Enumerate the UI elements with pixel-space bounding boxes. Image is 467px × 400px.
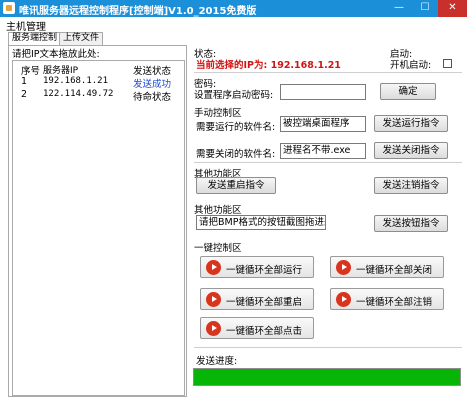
progress-fill xyxy=(194,369,460,385)
row-index: 1 xyxy=(21,76,28,87)
send-button-command[interactable]: 发送按钮指令 xyxy=(374,215,448,232)
close-button[interactable]: ✕ xyxy=(438,0,467,17)
onekey-restart-all-label: 一键循环全部重启 xyxy=(226,297,303,308)
divider xyxy=(194,162,462,163)
onekey-logout-all-button[interactable]: 一键循环全部注销 xyxy=(330,288,444,310)
row-ip: 192.168.1.21 xyxy=(43,76,109,86)
row-status: 待命状态 xyxy=(133,92,172,103)
menu-host-management[interactable]: 主机管理 xyxy=(6,18,46,33)
ip-drop-hint: 请把IP文本拖放此处: xyxy=(12,49,100,60)
bmp-drop-field[interactable]: 请把BMP格式的按钮截图拖进来 xyxy=(196,215,326,230)
password-input[interactable] xyxy=(280,84,366,100)
onekey-click-all-button[interactable]: 一键循环全部点击 xyxy=(200,317,314,339)
divider xyxy=(194,347,462,348)
confirm-button[interactable]: 确定 xyxy=(380,83,436,100)
minimize-button[interactable]: — xyxy=(386,0,412,17)
progress-label: 发送进度: xyxy=(196,356,238,367)
onekey-section-label: 一键控制区 xyxy=(194,243,242,254)
tab-upload-file[interactable]: 上传文件 xyxy=(59,32,104,45)
row-index: 2 xyxy=(21,89,28,100)
play-icon xyxy=(206,321,221,336)
send-close-button[interactable]: 发送关闭指令 xyxy=(374,142,448,159)
onekey-click-all-label: 一键循环全部点击 xyxy=(226,326,303,337)
header-send-status: 发送状态 xyxy=(133,66,172,77)
send-restart-button[interactable]: 发送重启指令 xyxy=(196,177,276,194)
list-header: 序号 服务器IP 发送状态 xyxy=(13,63,184,77)
row-status: 发送成功 xyxy=(133,79,172,90)
divider xyxy=(194,72,462,73)
play-icon xyxy=(336,292,351,307)
ip-list[interactable]: 序号 服务器IP 发送状态 1 192.168.1.21 发送成功 2 122.… xyxy=(12,60,185,396)
send-progress-bar xyxy=(193,368,461,386)
header-server-ip: 服务器IP xyxy=(43,66,79,76)
menu-bar: 主机管理 xyxy=(0,17,467,33)
maximize-button[interactable]: ☐ xyxy=(412,0,438,17)
startup-label: 开机启动: xyxy=(390,60,432,71)
startup-checkbox[interactable] xyxy=(443,59,452,68)
list-item[interactable]: 2 122.114.49.72 待命状态 xyxy=(13,89,184,103)
send-logout-button[interactable]: 发送注销指令 xyxy=(374,177,448,194)
app-icon xyxy=(3,2,15,14)
control-panel: 状态: 当前选择的IP为: 192.168.1.21 启动: 开机启动: 密码:… xyxy=(190,45,464,397)
list-item[interactable]: 1 192.168.1.21 发送成功 xyxy=(13,76,184,90)
close-software-input[interactable]: 进程名不带.exe xyxy=(280,143,366,159)
header-index: 序号 xyxy=(21,66,41,77)
onekey-run-all-button[interactable]: 一键循环全部运行 xyxy=(200,256,314,278)
manual-section-label: 手动控制区 xyxy=(194,108,242,119)
tab-strip: 服务端控制 上传文件 xyxy=(0,32,467,45)
send-run-button[interactable]: 发送运行指令 xyxy=(374,115,448,132)
run-software-label: 需要运行的软件名: xyxy=(196,122,276,133)
current-ip-text: 当前选择的IP为: 192.168.1.21 xyxy=(196,60,341,71)
onekey-run-all-label: 一键循环全部运行 xyxy=(226,265,303,276)
onekey-logout-all-label: 一键循环全部注销 xyxy=(356,297,433,308)
ip-list-panel: 请把IP文本拖放此处: 序号 服务器IP 发送状态 1 192.168.1.21… xyxy=(8,45,187,397)
title-bar: 唯讯服务器远程控制程序[控制端]V1.0_2015免费版 — ☐ ✕ xyxy=(0,0,467,17)
close-software-label: 需要关闭的软件名: xyxy=(196,149,276,160)
password-label: 设置程序启动密码: xyxy=(194,90,274,101)
tab-server-control[interactable]: 服务端控制 xyxy=(8,32,62,45)
play-icon xyxy=(206,292,221,307)
window-title: 唯讯服务器远程控制程序[控制端]V1.0_2015免费版 xyxy=(19,6,257,17)
play-icon xyxy=(206,260,221,275)
onekey-close-all-label: 一键循环全部关闭 xyxy=(356,265,433,276)
run-software-input[interactable]: 被控端桌面程序 xyxy=(280,116,366,132)
row-ip: 122.114.49.72 xyxy=(43,89,114,99)
onekey-restart-all-button[interactable]: 一键循环全部重启 xyxy=(200,288,314,310)
play-icon xyxy=(336,260,351,275)
other-section-label-2: 其他功能区 xyxy=(194,205,242,216)
onekey-close-all-button[interactable]: 一键循环全部关闭 xyxy=(330,256,444,278)
